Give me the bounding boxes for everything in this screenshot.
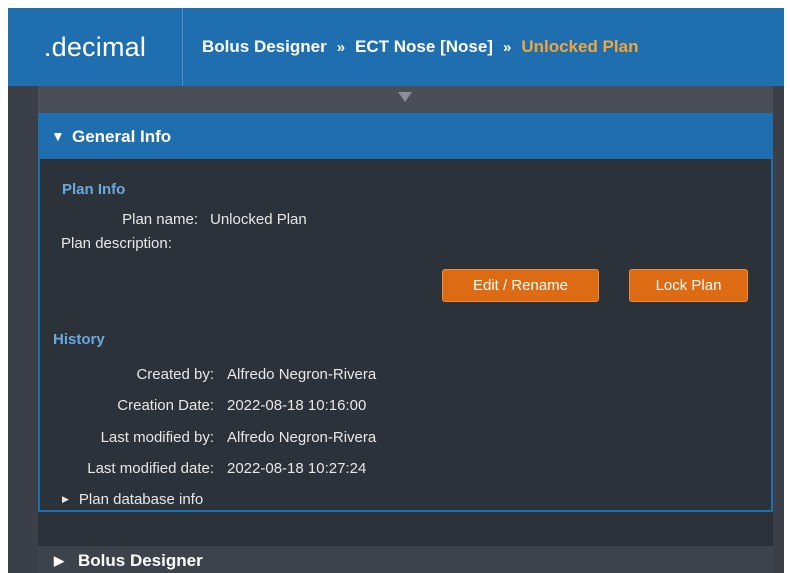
created-by-label: Created by: <box>136 366 214 383</box>
expanded-triangle-icon: ▼ <box>51 128 65 144</box>
left-sidebar-strip <box>8 86 38 573</box>
plan-info-heading: Plan Info <box>62 181 126 198</box>
plan-name-value: Unlocked Plan <box>210 211 307 228</box>
breadcrumb-separator: » <box>502 39 512 56</box>
plan-description-label: Plan description: <box>61 235 172 252</box>
history-heading: History <box>53 331 105 348</box>
last-modified-by-label: Last modified by: <box>100 429 214 446</box>
last-modified-by-value: Alfredo Negron-Rivera <box>227 429 377 446</box>
creation-date-value: 2022-08-18 10:16:00 <box>227 397 367 414</box>
general-info-title: General Info <box>72 127 172 146</box>
breadcrumb-item-ect-nose[interactable]: ECT Nose [Nose] <box>355 37 493 56</box>
breadcrumb-item-bolus-designer[interactable]: Bolus Designer <box>202 37 327 56</box>
creation-date-label: Creation Date: <box>117 397 214 414</box>
collapse-bar[interactable] <box>38 86 773 114</box>
main-panel: ▼ General Info Plan Info Plan name: Unlo… <box>38 86 773 573</box>
last-modified-date-value: 2022-08-18 10:27:24 <box>227 460 367 477</box>
plan-database-info-toggle[interactable]: ▶ Plan database info <box>62 491 203 508</box>
breadcrumb-separator: » <box>336 39 346 56</box>
general-info-header[interactable]: ▼ General Info <box>38 114 773 159</box>
collapsed-triangle-icon: ▶ <box>62 494 69 504</box>
app-logo[interactable]: .decimal <box>8 8 183 86</box>
collapsed-triangle-icon: ▶ <box>54 553 64 568</box>
edit-rename-button[interactable]: Edit / Rename <box>442 269 599 302</box>
last-modified-date-label: Last modified date: <box>87 460 214 477</box>
bolus-designer-header[interactable]: ▶ Bolus Designer <box>38 546 773 573</box>
breadcrumb: Bolus Designer » ECT Nose [Nose] » Unlocked … <box>202 8 638 86</box>
breadcrumb-current: Unlocked Plan <box>521 37 639 56</box>
right-scrollbar-strip[interactable] <box>773 86 784 573</box>
top-bar: .decimal Bolus Designer » ECT Nose [Nose] »… <box>8 8 784 86</box>
plan-database-info-label: Plan database info <box>78 491 204 508</box>
lock-plan-button[interactable]: Lock Plan <box>629 269 748 302</box>
plan-name-label: Plan name: <box>122 211 198 228</box>
created-by-value: Alfredo Negron-Rivera <box>227 366 377 383</box>
bolus-designer-title: Bolus Designer <box>78 551 203 570</box>
general-info-body: Plan Info Plan name: Unlocked Plan Plan … <box>38 159 773 512</box>
app-window: .decimal Bolus Designer » ECT Nose [Nose] »… <box>8 8 784 573</box>
collapse-arrow-icon[interactable] <box>398 92 412 102</box>
